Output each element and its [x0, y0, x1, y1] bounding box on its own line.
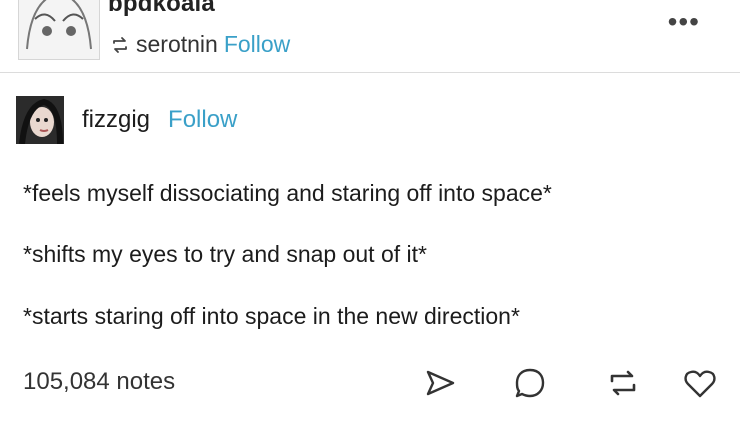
reblog-icon-footer[interactable]: [603, 363, 643, 403]
original-avatar[interactable]: [16, 96, 64, 144]
reblog-icon: [113, 36, 127, 53]
notes-count[interactable]: 105,084 notes: [23, 368, 175, 396]
original-post-header: fizzgig Follow: [16, 96, 237, 144]
post-text-line-1: *feels myself dissociating and staring o…: [23, 180, 552, 206]
reblog-source-username[interactable]: serotnin: [136, 31, 218, 58]
reblog-source: serotnin Follow: [110, 31, 290, 58]
reblogger-avatar[interactable]: [18, 0, 100, 60]
post-header: bpdkoala serotnin Follow •••: [0, 0, 740, 72]
post-actions: [420, 363, 720, 403]
share-icon[interactable]: [420, 363, 460, 403]
reblogger-username[interactable]: bpdkoala: [108, 0, 215, 18]
more-dots-icon[interactable]: •••: [668, 8, 700, 36]
post-text-line-2: *shifts my eyes to try and snap out of i…: [23, 241, 427, 267]
like-icon[interactable]: [680, 363, 720, 403]
original-username[interactable]: fizzgig: [82, 106, 150, 134]
follow-button[interactable]: Follow: [224, 31, 290, 58]
post-text-line-3: *starts staring off into space in the ne…: [23, 303, 520, 329]
reply-icon[interactable]: [510, 363, 550, 403]
header-divider: [0, 72, 740, 73]
follow-button-original[interactable]: Follow: [168, 106, 237, 134]
